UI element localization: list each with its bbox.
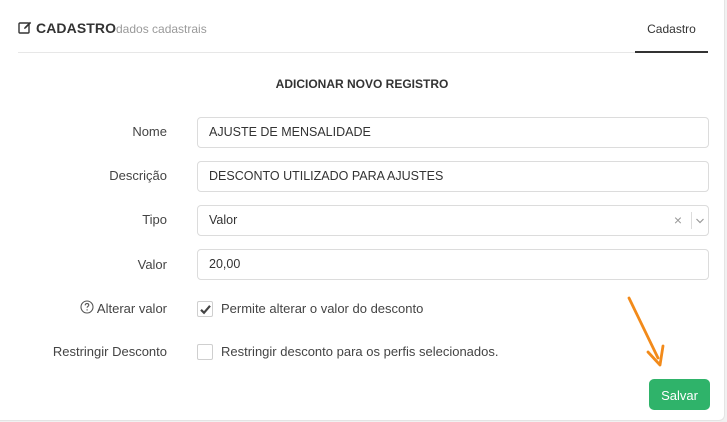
tipo-label: Tipo [142, 212, 167, 227]
alterar-valor-label: Alterar valor [96, 301, 167, 316]
valor-input[interactable]: 20,00 [197, 249, 709, 280]
checkmark-icon [200, 305, 211, 315]
restringir-desconto-checkbox-label[interactable]: Restringir desconto para os perfis selec… [221, 344, 498, 359]
panel-header: CADASTRO dados cadastrais Cadastro [18, 0, 708, 53]
clear-icon[interactable]: × [671, 206, 685, 235]
form-title: ADICIONAR NOVO REGISTRO [275, 77, 449, 91]
tab-cadastro[interactable]: Cadastro [635, 0, 708, 53]
nome-input[interactable]: AJUSTE DE MENSALIDADE [197, 117, 709, 148]
annotation-arrow-icon [627, 296, 665, 367]
valor-label: Valor [137, 257, 167, 272]
descricao-input[interactable]: DESCONTO UTILIZADO PARA AJUSTES [197, 161, 709, 192]
tipo-select[interactable]: Valor × [197, 205, 709, 236]
save-button[interactable]: Salvar [649, 379, 710, 410]
tipo-select-value: Valor [209, 213, 238, 227]
page-title: CADASTRO [36, 20, 117, 36]
alterar-valor-checkbox-label[interactable]: Permite alterar o valor do desconto [221, 301, 423, 316]
alterar-valor-checkbox[interactable] [197, 301, 213, 317]
select-separator [691, 212, 692, 229]
edit-icon [18, 21, 32, 34]
page-subtitle: dados cadastrais [116, 22, 207, 36]
descricao-label: Descrição [109, 168, 167, 183]
restringir-desconto-label: Restringir Desconto [52, 344, 167, 359]
help-circle-icon[interactable] [80, 300, 94, 314]
nome-label: Nome [132, 124, 167, 139]
chevron-down-icon[interactable] [695, 216, 705, 226]
restringir-desconto-checkbox[interactable] [197, 344, 213, 360]
form-panel: CADASTRO dados cadastrais Cadastro ADICI… [0, 0, 725, 421]
